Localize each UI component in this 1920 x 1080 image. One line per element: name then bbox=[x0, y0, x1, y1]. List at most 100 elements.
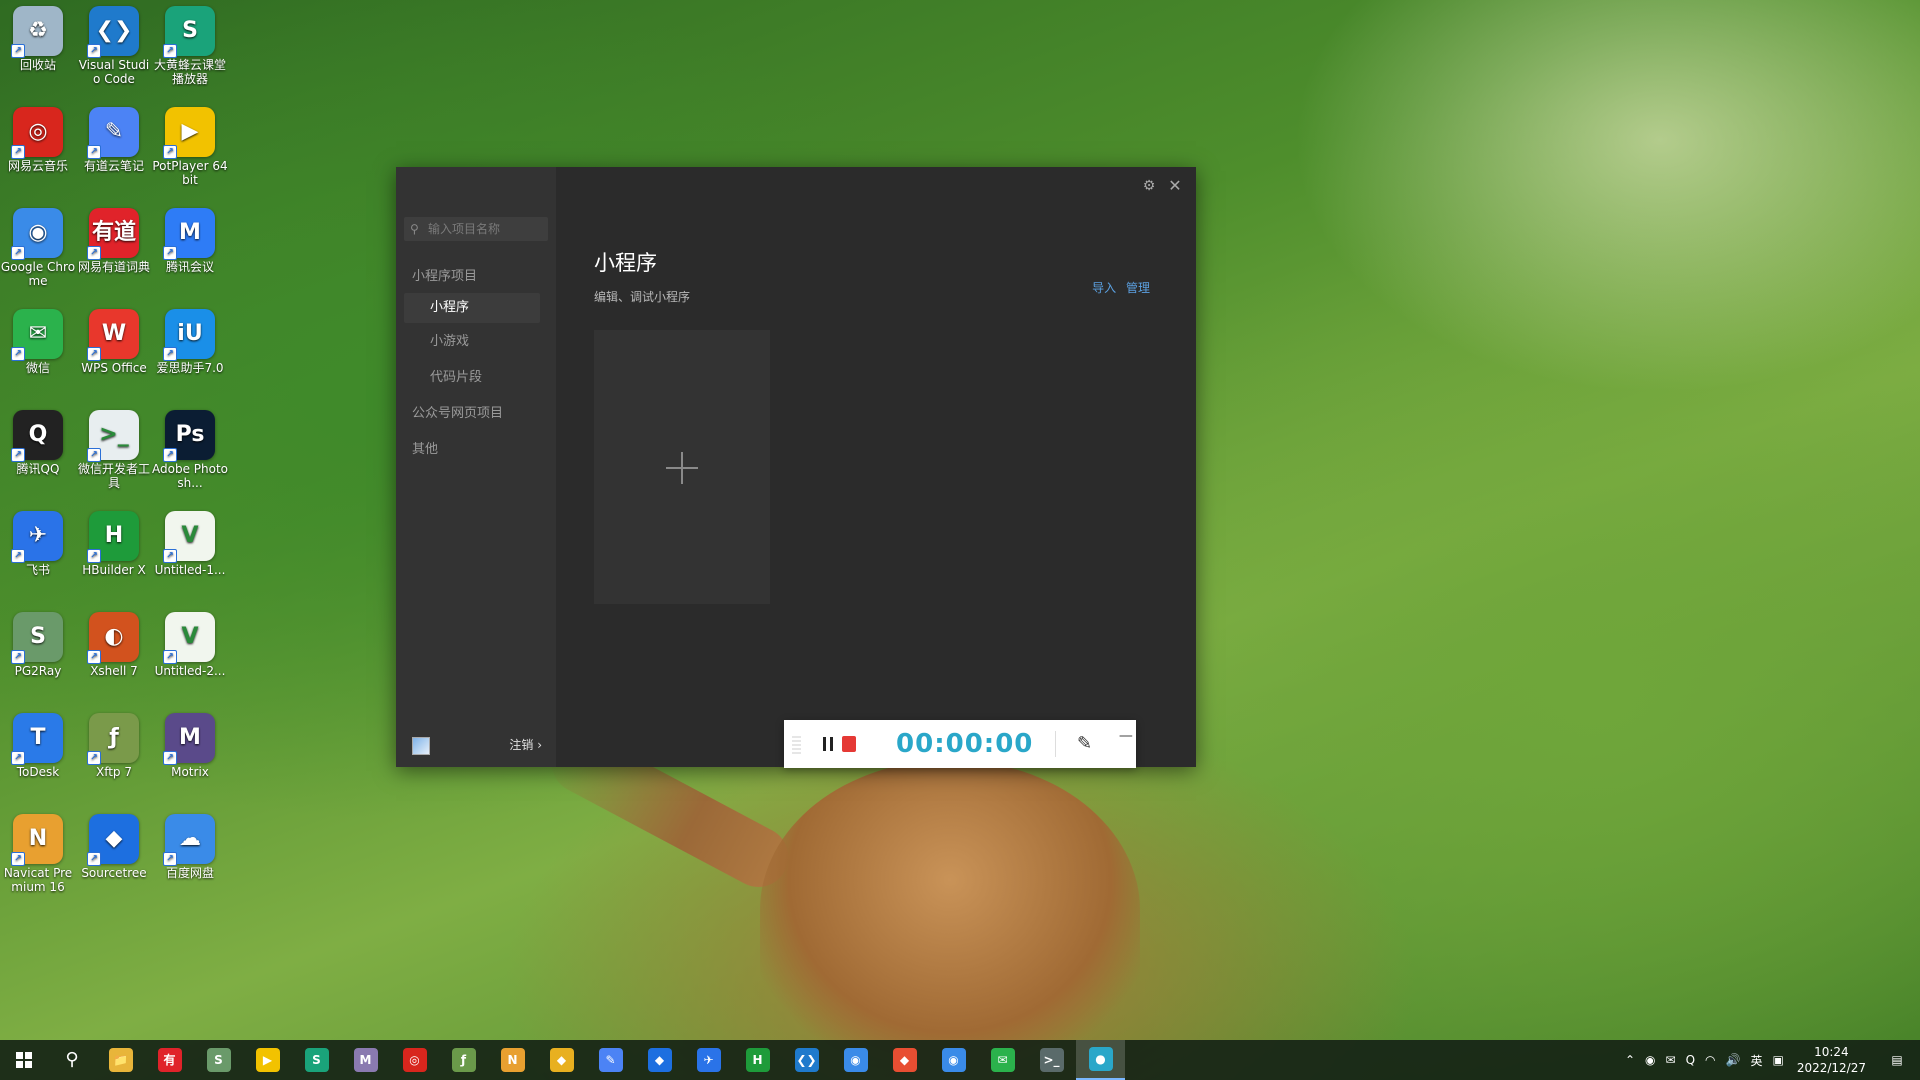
taskbar-app-button[interactable]: ◆ bbox=[880, 1040, 929, 1080]
shortcut-arrow-icon: ↗ bbox=[87, 246, 101, 260]
taskbar-app-button[interactable]: N bbox=[488, 1040, 537, 1080]
taskbar-app-button[interactable]: ✈ bbox=[684, 1040, 733, 1080]
desktop-icon[interactable]: S ↗ PG2Ray bbox=[0, 608, 76, 704]
desktop-icon[interactable]: Q ↗ 腾讯QQ bbox=[0, 406, 76, 502]
avatar[interactable] bbox=[412, 737, 430, 755]
shortcut-arrow-icon: ↗ bbox=[11, 751, 25, 765]
shortcut-arrow-icon: ↗ bbox=[87, 145, 101, 159]
desktop-icon[interactable]: ☁ ↗ 百度网盘 bbox=[152, 810, 228, 906]
nav-mini-program[interactable]: 小程序 bbox=[404, 293, 540, 323]
desktop-icon[interactable]: ✉ ↗ 微信 bbox=[0, 305, 76, 401]
desktop-icon[interactable]: ▶ ↗ PotPlayer 64 bit bbox=[152, 103, 228, 199]
sidebar-footer: 注销 › bbox=[396, 723, 556, 767]
desktop-icon[interactable]: S ↗ 大黄蜂云课堂播放器 bbox=[152, 2, 228, 98]
taskbar-app-button[interactable]: ◉ bbox=[929, 1040, 978, 1080]
taskbar-app-button[interactable]: 有 bbox=[145, 1040, 194, 1080]
clock[interactable]: 10:24 2022/12/27 bbox=[1797, 1044, 1866, 1076]
desktop-icon-label: 微信开发者工具 bbox=[77, 462, 150, 490]
nav-mini-program-project[interactable]: 小程序项目 bbox=[396, 262, 548, 292]
stop-icon[interactable] bbox=[842, 736, 857, 752]
nav-other[interactable]: 其他 bbox=[396, 435, 548, 465]
project-search-input[interactable] bbox=[426, 221, 548, 237]
desktop-icon[interactable]: T ↗ ToDesk bbox=[0, 709, 76, 805]
taskbar-app-button[interactable]: S bbox=[194, 1040, 243, 1080]
taskbar-app-button[interactable]: 📁 bbox=[96, 1040, 145, 1080]
tray-tool-icon[interactable]: ▣ bbox=[1772, 1053, 1783, 1067]
desktop-icon[interactable]: ✎ ↗ 有道云笔记 bbox=[76, 103, 152, 199]
drag-handle[interactable] bbox=[792, 734, 801, 754]
start-button[interactable] bbox=[0, 1040, 48, 1080]
notification-icon[interactable]: ▤ bbox=[1882, 1040, 1912, 1080]
desktop-icon-label: 有道云笔记 bbox=[83, 159, 144, 173]
desktop-icon[interactable]: ◐ ↗ Xshell 7 bbox=[76, 608, 152, 704]
manage-link[interactable]: 管理 bbox=[1126, 281, 1150, 295]
desktop-icon[interactable]: ◎ ↗ 网易云音乐 bbox=[0, 103, 76, 199]
tray-overflow-icon[interactable]: ⌃ bbox=[1625, 1053, 1635, 1067]
tray-network-icon[interactable]: ◠ bbox=[1705, 1053, 1715, 1067]
taskbar-app-button[interactable]: ● bbox=[1076, 1040, 1125, 1080]
desktop-icon-label: Sourcetree bbox=[81, 866, 147, 880]
taskbar-app-button[interactable]: ◆ bbox=[635, 1040, 684, 1080]
tray-volume-icon[interactable]: 🔊 bbox=[1726, 1053, 1741, 1067]
desktop-icon[interactable]: Ps ↗ Adobe Photosh... bbox=[152, 406, 228, 502]
project-search[interactable]: ⚲ bbox=[404, 217, 548, 241]
recycle-bin-icon: ♻ ↗ bbox=[11, 6, 63, 58]
shortcut-arrow-icon: ↗ bbox=[11, 650, 25, 664]
desktop-icon-label: Xshell 7 bbox=[90, 664, 138, 678]
import-link[interactable]: 导入 bbox=[1092, 281, 1116, 295]
desktop-icon[interactable]: iU ↗ 爱思助手7.0 bbox=[152, 305, 228, 401]
desktop-icon[interactable]: ✈ ↗ 飞书 bbox=[0, 507, 76, 603]
desktop-icon[interactable]: ◉ ↗ Google Chrome bbox=[0, 204, 76, 300]
desktop-icon[interactable]: V ↗ Untitled-1... bbox=[152, 507, 228, 603]
desktop-icon[interactable]: >_ ↗ 微信开发者工具 bbox=[76, 406, 152, 502]
desktop-icon[interactable]: ƒ ↗ Xftp 7 bbox=[76, 709, 152, 805]
desktop-icon[interactable]: ♻ ↗ 回收站 bbox=[0, 2, 76, 98]
desktop-icon[interactable]: N ↗ Navicat Premium 16 bbox=[0, 810, 76, 906]
logout-button[interactable]: 注销 › bbox=[509, 736, 542, 753]
taskbar-app-button[interactable]: ✉ bbox=[978, 1040, 1027, 1080]
desktop-icon[interactable]: M ↗ 腾讯会议 bbox=[152, 204, 228, 300]
desktop-icon[interactable]: W ↗ WPS Office bbox=[76, 305, 152, 401]
tray-app-icon[interactable]: ◉ bbox=[1645, 1053, 1655, 1067]
nav-code-snippet[interactable]: 代码片段 bbox=[396, 363, 548, 393]
settings-gear-icon[interactable]: ⚙ bbox=[1138, 175, 1160, 197]
taskbar-app-button[interactable]: H bbox=[733, 1040, 782, 1080]
close-icon[interactable]: ✕ bbox=[1164, 175, 1186, 197]
desktop-icon[interactable]: ❮❯ ↗ Visual Studio Code bbox=[76, 2, 152, 98]
nav-mini-game[interactable]: 小游戏 bbox=[396, 327, 548, 357]
taskbar-app-button[interactable]: ✎ bbox=[586, 1040, 635, 1080]
desktop-icon[interactable]: H ↗ HBuilder X bbox=[76, 507, 152, 603]
desktop-icon[interactable]: 有道 ↗ 网易有道词典 bbox=[76, 204, 152, 300]
ime-indicator[interactable]: 英 bbox=[1750, 1052, 1762, 1069]
youdao-dict-icon: 有道 ↗ bbox=[87, 208, 139, 260]
desktop-icon[interactable]: M ↗ Motrix bbox=[152, 709, 228, 805]
shortcut-arrow-icon: ↗ bbox=[11, 145, 25, 159]
taskbar-app-button[interactable]: >_ bbox=[1027, 1040, 1076, 1080]
desktop-icon-label: Navicat Premium 16 bbox=[3, 866, 73, 894]
new-project-card[interactable] bbox=[594, 330, 770, 604]
taskbar-app-button[interactable]: ƒ bbox=[439, 1040, 488, 1080]
taskbar-app-button[interactable]: ◆ bbox=[537, 1040, 586, 1080]
player-icon: S bbox=[304, 1048, 329, 1072]
chrome-icon: ◉ ↗ bbox=[11, 208, 63, 260]
taskbar-app-button[interactable]: ◉ bbox=[831, 1040, 880, 1080]
taskbar-app-button[interactable]: M bbox=[341, 1040, 390, 1080]
tray-qq-icon[interactable]: Q bbox=[1686, 1053, 1695, 1067]
i4-icon: iU ↗ bbox=[163, 309, 215, 361]
pause-icon[interactable] bbox=[813, 729, 839, 759]
wallpaper-meerkat bbox=[760, 760, 1140, 1060]
taskbar-app-button[interactable]: ❮❯ bbox=[782, 1040, 831, 1080]
tray-wechat-icon[interactable]: ✉ bbox=[1666, 1053, 1676, 1067]
desktop-icon-label: HBuilder X bbox=[82, 563, 146, 577]
desktop-icon[interactable]: V ↗ Untitled-2... bbox=[152, 608, 228, 704]
xshell-icon: ◐ ↗ bbox=[87, 612, 139, 664]
nav-official-web-project[interactable]: 公众号网页项目 bbox=[396, 399, 548, 429]
desktop-icon[interactable]: ◆ ↗ Sourcetree bbox=[76, 810, 152, 906]
pen-icon[interactable]: ✎ bbox=[1074, 732, 1095, 756]
taskbar-search-icon[interactable]: ⚲ bbox=[48, 1040, 96, 1080]
taskbar-app-button[interactable]: ◎ bbox=[390, 1040, 439, 1080]
taskbar-app-button[interactable]: S bbox=[292, 1040, 341, 1080]
taskbar-app-button[interactable]: ▶ bbox=[243, 1040, 292, 1080]
shortcut-arrow-icon: ↗ bbox=[87, 549, 101, 563]
minimize-icon[interactable]: — bbox=[1119, 728, 1136, 744]
